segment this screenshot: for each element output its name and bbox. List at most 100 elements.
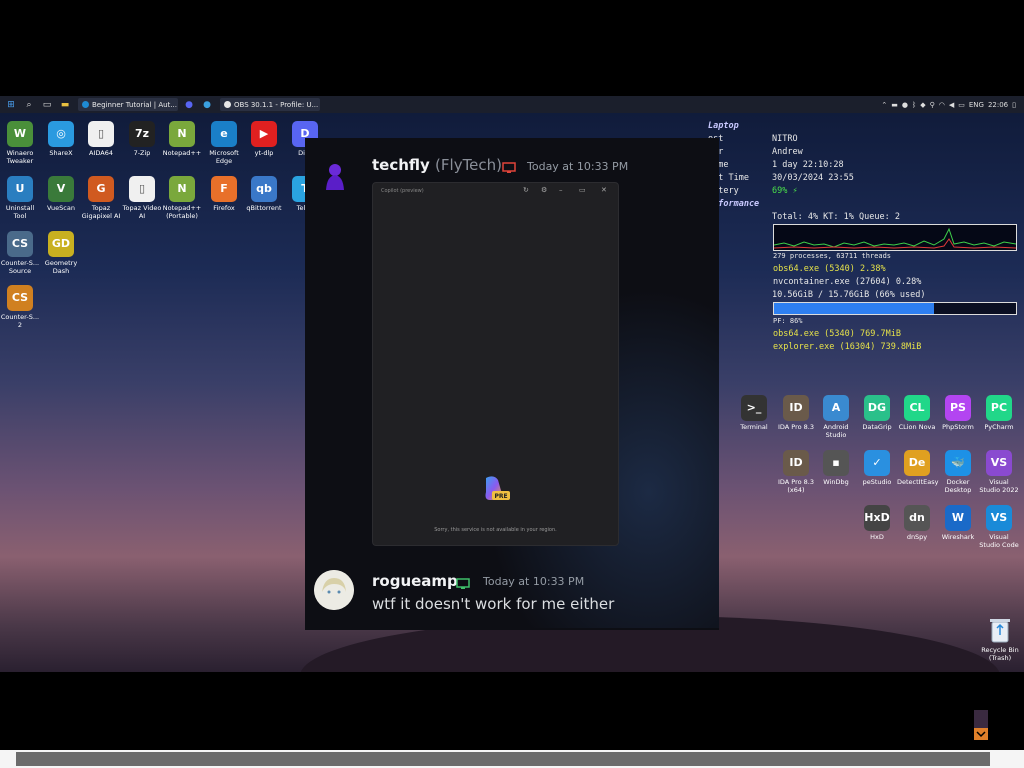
desktop-icon-label: DataGrip	[862, 423, 892, 431]
author-name: rogueamp	[372, 572, 458, 590]
message-author[interactable]: rogueamp	[372, 572, 458, 590]
app-icon: ◎	[48, 121, 74, 147]
desktop-icon[interactable]: PS PhpStorm	[938, 395, 978, 431]
avatar[interactable]	[314, 570, 354, 610]
system-monitor-widget: Laptop ostNITRO serAndrew Time1 day 22:1…	[708, 120, 1024, 354]
discord-chat-overlay: techfly (FlyTech) Today at 10:33 PM Copi…	[305, 138, 719, 630]
file-explorer-icon[interactable]: ▬	[58, 98, 72, 112]
start-button[interactable]: ⊞	[4, 98, 18, 112]
app-icon: VS	[986, 450, 1012, 476]
desktop-icon[interactable]: GD Geometry Dash	[41, 231, 81, 275]
desktop-icon[interactable]: A Android Studio	[816, 395, 856, 439]
app-icon: U	[7, 176, 33, 202]
search-icon[interactable]: ⌕	[22, 98, 36, 112]
desktop-icon[interactable]: qb qBittorrent	[244, 176, 284, 212]
desktop-icon[interactable]: G Topaz Gigapixel AI	[81, 176, 121, 220]
desktop-icon[interactable]: VS Visual Studio Code	[979, 505, 1019, 549]
discord-taskbar-icon[interactable]: ●	[182, 98, 196, 112]
desktop-icon[interactable]: CS Counter-S... Source	[0, 231, 40, 275]
desktop-icon[interactable]: dn dnSpy	[897, 505, 937, 541]
app-icon: ✓	[864, 450, 890, 476]
message-author[interactable]: techfly (FlyTech)	[372, 156, 502, 174]
author-tag: (FlyTech)	[435, 156, 503, 174]
taskbar-app-label: OBS 30.1.1 - Profile: U...	[234, 100, 319, 109]
desktop-icon[interactable]: e Microsoft Edge	[204, 121, 244, 165]
desktop-icon[interactable]: ID IDA Pro 8.3 (x64)	[776, 450, 816, 494]
app-icon: ▪	[823, 450, 849, 476]
app-icon: W	[945, 505, 971, 531]
cpu-top-process-1: obs64.exe (5340) 2.38%	[773, 264, 886, 274]
desktop-icon[interactable]: CS Counter-S... 2	[0, 285, 40, 329]
notification-icon[interactable]: ▯	[1012, 101, 1016, 109]
volume-icon[interactable]: ◀	[949, 101, 954, 109]
desktop-icon[interactable]: CL CLion Nova	[897, 395, 937, 431]
desktop-icon[interactable]: DG DataGrip	[857, 395, 897, 431]
app-icon: dn	[904, 505, 930, 531]
desktop-icon[interactable]: ◎ ShareX	[41, 121, 81, 157]
desktop-icon-label: Notepad++ (Portable)	[162, 204, 202, 220]
browser-icon	[82, 101, 89, 108]
app-icon: HxD	[864, 505, 890, 531]
desktop-icon[interactable]: ID IDA Pro 8.3	[776, 395, 816, 431]
video-progress-bar[interactable]	[16, 752, 990, 766]
clock[interactable]: 22:06	[988, 101, 1008, 109]
mic-icon[interactable]: ●	[902, 101, 908, 109]
language-indicator[interactable]: ENG	[969, 101, 984, 109]
shield-icon[interactable]: ◆	[920, 101, 925, 109]
desktop-icon-label: yt-dlp	[254, 149, 274, 157]
user-value: Andrew	[772, 147, 803, 157]
desktop-icon-label: PyCharm	[984, 423, 1014, 431]
uptime-value: 1 day 22:10:28	[772, 160, 844, 170]
desktop-icon-label: Wireshark	[941, 533, 975, 541]
desktop-icon-label: IDA Pro 8.3	[777, 423, 815, 431]
desktop-icon[interactable]: 🐳 Docker Desktop	[938, 450, 978, 494]
desktop-icon-label: Visual Studio Code	[979, 533, 1019, 549]
desktop-icon[interactable]: U Uninstall Tool	[0, 176, 40, 220]
app-icon: 7z	[129, 121, 155, 147]
desktop-icon[interactable]: V VueScan	[41, 176, 81, 212]
app-icon: CL	[904, 395, 930, 421]
desktop-icon[interactable]: De DetectItEasy	[897, 450, 939, 486]
taskbar-app-obs[interactable]: OBS 30.1.1 - Profile: U...	[220, 98, 320, 111]
desktop-icon[interactable]: ▯ AIDA64	[81, 121, 121, 157]
usb-icon[interactable]: ⚲	[930, 101, 935, 109]
app-taskbar-icon[interactable]: ●	[200, 98, 214, 112]
wifi-icon[interactable]: ◠	[939, 101, 945, 109]
chevron-up-icon[interactable]: ⌃	[881, 101, 887, 109]
desktop-icon[interactable]: N Notepad++	[162, 121, 202, 157]
desktop-icon[interactable]: ▪ WinDbg	[816, 450, 856, 486]
avatar[interactable]	[321, 160, 349, 192]
taskbar-app-browser[interactable]: Beginner Tutorial | Aut...	[78, 98, 178, 111]
app-icon: V	[48, 176, 74, 202]
desktop-icon-label: Topaz Gigapixel AI	[81, 204, 121, 220]
monitor-icon[interactable]: ▬	[891, 101, 898, 109]
bluetooth-icon[interactable]: ᛒ	[912, 101, 916, 109]
app-icon: PS	[945, 395, 971, 421]
desktop-icon[interactable]: HxD HxD	[857, 505, 897, 541]
desktop-icon[interactable]: W Wireshark	[938, 505, 978, 541]
desktop-icon[interactable]: PC PyCharm	[979, 395, 1019, 431]
desktop-icon[interactable]: VS Visual Studio 2022	[979, 450, 1019, 494]
desktop-icon-label: PhpStorm	[942, 423, 974, 431]
desktop-icon[interactable]: F Firefox	[204, 176, 244, 212]
app-icon: ID	[783, 395, 809, 421]
desktop-icon[interactable]: ✓ peStudio	[857, 450, 897, 486]
desktop-icon-label: DetectItEasy	[897, 478, 939, 486]
desktop-icon[interactable]: 7z 7-Zip	[122, 121, 162, 157]
app-icon: GD	[48, 231, 74, 257]
recycle-bin-icon[interactable]: Recycle Bin (Trash)	[978, 616, 1022, 662]
desktop-icon[interactable]: W Winaero Tweaker	[0, 121, 40, 165]
desktop-icon-label: VueScan	[47, 204, 75, 212]
desktop-icon[interactable]: ▶ yt-dlp	[244, 121, 284, 157]
desktop-icon-label: Android Studio	[823, 423, 849, 439]
desktop-icon-label: Terminal	[740, 423, 768, 431]
desktop-icon[interactable]: N Notepad++ (Portable)	[162, 176, 202, 220]
desktop-icon[interactable]: ▯ Topaz Video AI	[122, 176, 162, 220]
app-icon: ID	[783, 450, 809, 476]
task-view-icon[interactable]: ▭	[40, 98, 54, 112]
desktop-icon[interactable]: >_ Terminal	[734, 395, 774, 431]
app-icon: N	[169, 176, 195, 202]
desktop-icon-label: 7-Zip	[133, 149, 151, 157]
battery-icon[interactable]: ▭	[958, 101, 965, 109]
app-icon: VS	[986, 505, 1012, 531]
